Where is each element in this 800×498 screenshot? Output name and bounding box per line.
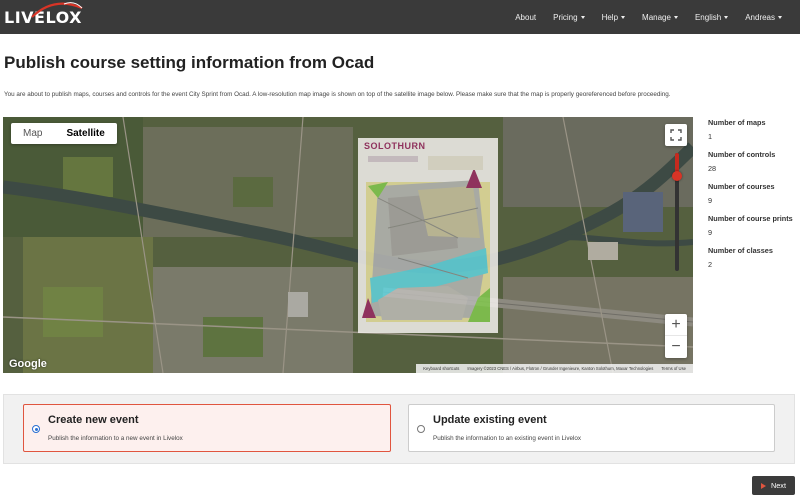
stat-label: Number of controls — [708, 150, 776, 159]
create-new-event-option[interactable]: Create new event Publish the information… — [23, 404, 391, 452]
publish-options-panel: Create new event Publish the information… — [3, 394, 795, 464]
stat-value: 9 — [708, 196, 713, 205]
orienteering-map-overlay: SOLOTHURN — [358, 138, 498, 333]
update-existing-event-radio[interactable] — [417, 425, 425, 433]
top-navbar: LIVELOX About Pricing Help Manage Englis… — [0, 0, 800, 34]
stat-label: Number of classes — [708, 246, 773, 255]
intro-text: You are about to publish maps, courses a… — [4, 91, 671, 98]
stat-label: Number of courses — [708, 182, 775, 191]
fullscreen-icon — [670, 129, 682, 141]
slider-handle[interactable] — [672, 171, 682, 181]
option-title: Create new event — [48, 414, 139, 426]
zoom-in-button[interactable]: + — [665, 314, 687, 336]
zoom-out-button[interactable]: − — [665, 336, 687, 358]
keyboard-shortcuts-link[interactable]: Keyboard shortcuts — [423, 366, 459, 371]
overlay-opacity-slider[interactable] — [672, 153, 682, 271]
stats-panel: Number of maps 1 Number of controls 28 N… — [708, 118, 798, 278]
caret-down-icon — [778, 15, 782, 19]
caret-down-icon — [621, 15, 626, 19]
google-logo: Google — [9, 358, 47, 370]
satellite-map[interactable]: SOLOTHURN Map Satellite + − Google Keybo… — [3, 117, 693, 373]
option-description: Publish the information to an existing e… — [433, 435, 582, 442]
caret-down-icon — [673, 15, 678, 19]
stat-value: 1 — [708, 132, 713, 141]
map-attribution: Keyboard shortcuts Imagery ©2023 CNES / … — [416, 364, 693, 373]
orienteering-map-image — [362, 156, 490, 322]
caret-down-icon — [580, 15, 585, 19]
nav-manage[interactable]: Manage — [642, 13, 678, 22]
stat-value: 9 — [708, 228, 713, 237]
option-title: Update existing event — [433, 414, 547, 426]
stat-label: Number of maps — [708, 118, 766, 127]
zoom-control: + − — [665, 314, 687, 358]
terms-link[interactable]: Terms of Use — [661, 366, 686, 371]
satellite-imagery — [3, 117, 693, 373]
nav-help[interactable]: Help — [602, 13, 626, 22]
imagery-credit: Imagery ©2023 CNES / Airbus, Flotron / G… — [467, 366, 654, 371]
nav-user[interactable]: Andreas — [745, 13, 782, 22]
nav-pricing[interactable]: Pricing — [553, 13, 585, 22]
livelox-logo[interactable]: LIVELOX — [4, 2, 83, 30]
update-existing-event-option[interactable]: Update existing event Publish the inform… — [408, 404, 775, 452]
logo-swoosh-icon — [31, 2, 83, 18]
page-title: Publish course setting information from … — [4, 53, 375, 72]
map-type-control: Map Satellite — [11, 123, 117, 144]
map-type-satellite-button[interactable]: Satellite — [54, 123, 116, 144]
option-description: Publish the information to a new event i… — [48, 435, 183, 442]
nav-menu: About Pricing Help Manage English Andrea… — [498, 0, 782, 34]
next-button-label: Next — [770, 481, 786, 490]
create-new-event-radio[interactable] — [32, 425, 40, 433]
stat-label: Number of course prints — [708, 214, 793, 223]
next-button[interactable]: Next — [752, 476, 795, 495]
stat-value: 2 — [708, 260, 713, 269]
fullscreen-button[interactable] — [665, 124, 687, 146]
stat-value: 28 — [708, 164, 717, 173]
arrow-right-icon — [760, 482, 766, 489]
nav-about[interactable]: About — [515, 13, 536, 22]
map-type-map-button[interactable]: Map — [11, 123, 54, 144]
caret-down-icon — [724, 15, 729, 19]
nav-language[interactable]: English — [695, 13, 729, 22]
